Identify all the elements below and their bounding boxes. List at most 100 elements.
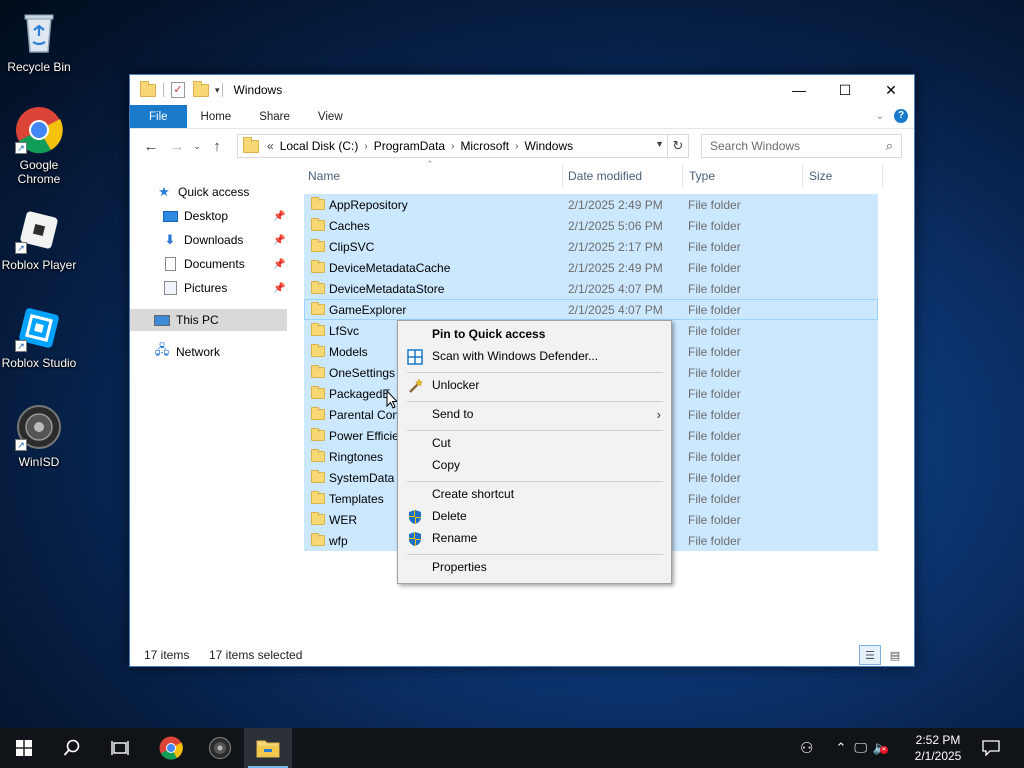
volume-muted-icon[interactable]: 🔈✕ — [873, 740, 889, 756]
new-folder-icon[interactable] — [193, 80, 209, 97]
folder-icon — [311, 512, 325, 525]
breadcrumb-microsoft[interactable]: Microsoft — [460, 139, 509, 153]
pin-icon[interactable]: 📌 — [273, 259, 285, 270]
table-row[interactable]: DeviceMetadataStore 2/1/2025 4:07 PM Fil… — [304, 278, 878, 299]
minimize-button[interactable]: — — [776, 75, 822, 105]
folder-icon — [311, 365, 325, 378]
start-button[interactable] — [0, 728, 48, 768]
desktop-icon-label: Roblox Studio — [1, 356, 77, 370]
shortcut-arrow-icon: ↗ — [15, 242, 27, 254]
chrome-icon — [159, 736, 183, 760]
desktop-icon-google-chrome[interactable]: ↗ Google Chrome — [0, 106, 78, 186]
nav-network[interactable]: 🖧 Network — [154, 341, 220, 363]
address-bar[interactable]: « Local Disk (C:) › ProgramData › Micros… — [237, 134, 689, 158]
menu-item-scan-defender[interactable]: Scan with Windows Defender... — [398, 346, 671, 368]
chevron-right-icon: › — [656, 407, 661, 422]
back-button[interactable]: ← — [138, 138, 164, 155]
chevron-right-icon[interactable]: › — [364, 141, 367, 152]
table-row[interactable]: AppRepository 2/1/2025 2:49 PM File fold… — [304, 194, 878, 215]
menu-item-properties[interactable]: Properties — [398, 557, 671, 579]
expand-ribbon-icon[interactable]: ⌄ — [876, 111, 884, 122]
chevron-right-icon[interactable]: › — [451, 141, 454, 152]
column-header-date-modified[interactable]: Date modified — [568, 169, 642, 183]
column-headers: Name Date modified Type Size — [304, 163, 890, 189]
tab-home[interactable]: Home — [187, 105, 246, 128]
desktop-icon-label: Google Chrome — [17, 158, 61, 186]
tab-file[interactable]: File — [130, 105, 187, 128]
customize-toolbar-icon[interactable]: ▾ — [215, 85, 220, 96]
menu-item-delete[interactable]: Delete — [398, 506, 671, 528]
up-button[interactable]: ↑ — [204, 138, 230, 155]
folder-icon — [311, 407, 325, 420]
folder-icon — [311, 281, 325, 294]
column-header-name[interactable]: Name — [308, 169, 340, 183]
chevron-right-icon[interactable]: › — [515, 141, 518, 152]
shield-icon — [407, 531, 423, 547]
nav-item-downloads[interactable]: ⬇ Downloads 📌 — [162, 229, 286, 251]
nav-this-pc[interactable]: This PC — [130, 309, 287, 331]
table-row[interactable]: ClipSVC 2/1/2025 2:17 PM File folder — [304, 236, 878, 257]
title-bar[interactable]: ✓ ▾ Windows — ☐ ✕ — [130, 75, 914, 105]
notification-icon[interactable] — [982, 740, 1000, 759]
table-row[interactable]: GameExplorer 2/1/2025 4:07 PM File folde… — [304, 299, 878, 320]
chevron-up-icon[interactable]: ⌃ — [835, 740, 846, 756]
help-icon[interactable]: ? — [894, 109, 908, 123]
folder-icon — [311, 491, 325, 504]
search-input[interactable]: Search Windows ⌕ — [701, 134, 902, 158]
pictures-icon — [162, 280, 178, 296]
refresh-button[interactable]: ↻ — [667, 134, 689, 158]
menu-item-rename[interactable]: Rename — [398, 528, 671, 550]
forward-button[interactable]: → — [164, 138, 190, 155]
taskbar-winisd[interactable] — [196, 728, 244, 768]
menu-item-pin-to-quick-access[interactable]: Pin to Quick access — [398, 324, 671, 346]
menu-item-send-to[interactable]: Send to › — [398, 404, 671, 426]
navigation-bar: ← → ⌄ ↑ « Local Disk (C:) › ProgramData … — [130, 129, 914, 163]
large-icons-view-icon[interactable]: ▤ — [884, 645, 906, 665]
breadcrumb-programdata[interactable]: ProgramData — [374, 139, 445, 153]
nav-item-desktop[interactable]: Desktop 📌 — [162, 205, 285, 227]
nav-item-pictures[interactable]: Pictures 📌 — [162, 277, 285, 299]
desktop-icon-winisd[interactable]: ↗ WinISD — [0, 403, 78, 469]
desktop-icon-roblox-player[interactable]: ↗ Roblox Player — [0, 206, 78, 272]
menu-item-copy[interactable]: Copy — [398, 455, 671, 477]
table-row[interactable]: DeviceMetadataCache 2/1/2025 2:49 PM Fil… — [304, 257, 878, 278]
taskbar-clock[interactable]: 2:52 PM 2/1/2025 — [906, 732, 970, 764]
menu-item-unlocker[interactable]: Unlocker — [398, 375, 671, 397]
taskbar-file-explorer[interactable] — [244, 728, 292, 768]
breadcrumb-local-disk[interactable]: Local Disk (C:) — [280, 139, 359, 153]
chevron-down-icon[interactable]: ▼ — [655, 139, 664, 149]
desktop-icon-recycle-bin[interactable]: Recycle Bin — [0, 8, 78, 74]
nav-item-documents[interactable]: Documents 📌 — [162, 253, 285, 275]
downloads-icon: ⬇ — [164, 232, 176, 247]
selected-count: 17 items selected — [209, 648, 303, 662]
overflow-icon[interactable]: « — [267, 139, 274, 153]
menu-item-create-shortcut[interactable]: Create shortcut — [398, 484, 671, 506]
column-header-type[interactable]: Type — [689, 169, 715, 183]
search-button[interactable] — [48, 728, 96, 768]
pin-icon[interactable]: 📌 — [273, 211, 285, 222]
properties-icon[interactable]: ✓ — [171, 82, 185, 98]
pin-icon[interactable]: 📌 — [273, 235, 285, 246]
file-list: ⌃ Name Date modified Type Size AppReposi… — [304, 159, 890, 551]
folder-icon — [311, 260, 325, 273]
taskbar-chrome[interactable] — [147, 728, 195, 768]
desktop-icon-roblox-studio[interactable]: ↗ Roblox Studio — [0, 304, 78, 370]
recent-locations-icon[interactable]: ⌄ — [190, 141, 204, 152]
column-header-size[interactable]: Size — [809, 169, 832, 183]
network-icon[interactable]: 🖵 — [854, 740, 867, 756]
pin-icon[interactable]: 📌 — [273, 283, 285, 294]
taskbar: ⚇ ⌃ 🖵 🔈✕ 2:52 PM 2/1/2025 — [0, 728, 1024, 768]
tab-view[interactable]: View — [304, 105, 357, 128]
details-view-icon[interactable]: ☰ — [859, 645, 881, 665]
tab-share[interactable]: Share — [245, 105, 304, 128]
maximize-button[interactable]: ☐ — [822, 75, 868, 105]
breadcrumb-windows[interactable]: Windows — [524, 139, 573, 153]
close-button[interactable]: ✕ — [868, 75, 914, 105]
task-view-button[interactable] — [96, 728, 144, 768]
clock-time: 2:52 PM — [915, 733, 961, 747]
menu-item-cut[interactable]: Cut — [398, 433, 671, 455]
nav-quick-access[interactable]: ★ Quick access — [156, 181, 249, 203]
table-row[interactable]: Caches 2/1/2025 5:06 PM File folder — [304, 215, 878, 236]
quick-access-toolbar: ✓ ▾ — [130, 80, 220, 98]
people-icon[interactable]: ⚇ — [800, 739, 813, 757]
